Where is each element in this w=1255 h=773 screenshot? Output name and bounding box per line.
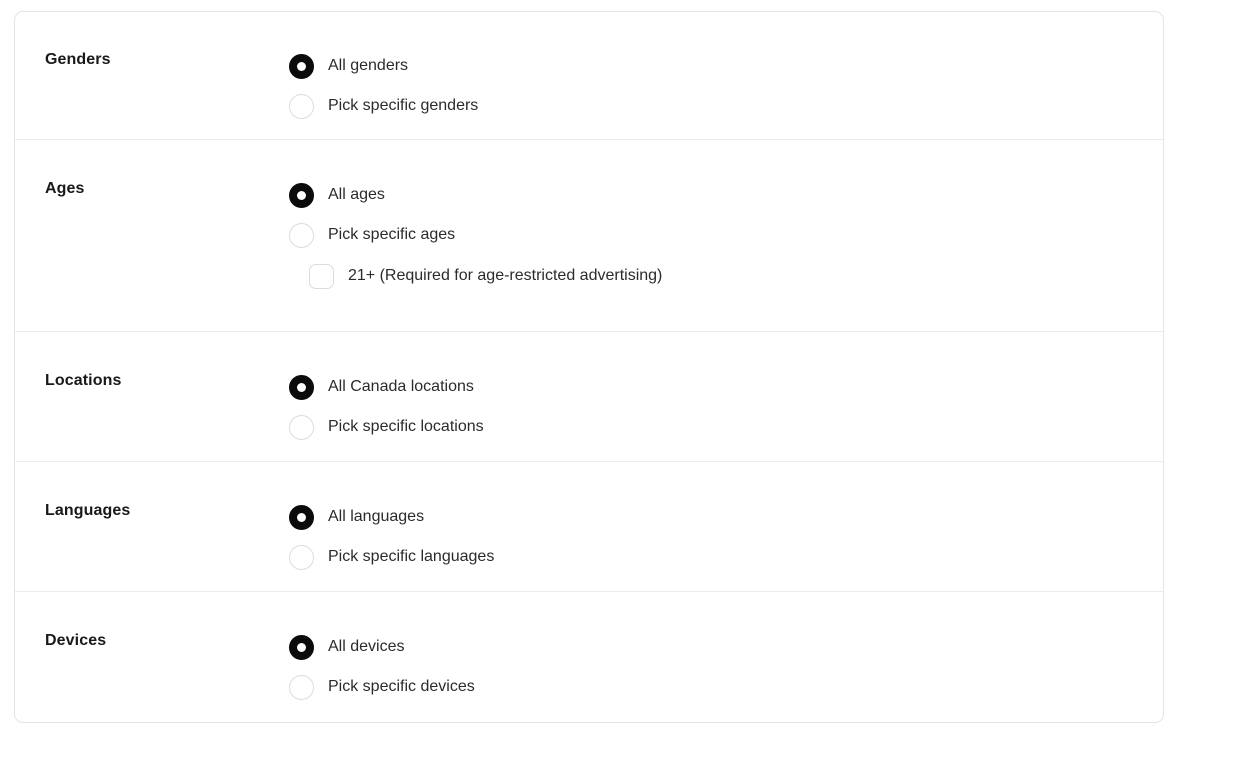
- radio-icon-all-languages[interactable]: [289, 504, 314, 530]
- section-genders: Genders All genders Pick specific gender…: [15, 12, 1163, 140]
- radio-icon-all-devices[interactable]: [289, 634, 314, 660]
- option-row-pick-specific-languages[interactable]: Pick specific languages: [289, 537, 1163, 577]
- option-row-all-genders[interactable]: All genders: [289, 46, 1163, 86]
- section-locations: Locations All Canada locations Pick spec…: [15, 332, 1163, 462]
- option-label-all-languages: All languages: [328, 508, 425, 525]
- option-label-pick-specific-ages: Pick specific ages: [328, 226, 456, 243]
- page-scrollbar-track[interactable]: [1174, 0, 1180, 773]
- option-label-all-genders: All genders: [328, 57, 409, 74]
- option-label-pick-specific-locations: Pick specific locations: [328, 418, 484, 435]
- options-locations: All Canada locations Pick specific locat…: [289, 367, 1163, 447]
- option-label-all-ages: All ages: [328, 186, 385, 203]
- radio-icon-all-ages[interactable]: [289, 182, 314, 208]
- option-row-all-ages[interactable]: All ages: [289, 175, 1163, 215]
- option-row-pick-specific-genders[interactable]: Pick specific genders: [289, 86, 1163, 126]
- section-label-devices: Devices: [45, 632, 107, 649]
- section-devices: Devices All devices Pick specific device…: [15, 592, 1163, 722]
- radio-icon-pick-specific-devices[interactable]: [289, 674, 314, 700]
- option-row-all-devices[interactable]: All devices: [289, 627, 1163, 667]
- radio-icon-all-canada-locations[interactable]: [289, 374, 314, 400]
- section-languages: Languages All languages Pick specific la…: [15, 462, 1163, 592]
- page-canvas: Genders All genders Pick specific gender…: [0, 0, 1255, 773]
- option-row-all-languages[interactable]: All languages: [289, 497, 1163, 537]
- option-row-pick-specific-devices[interactable]: Pick specific devices: [289, 667, 1163, 707]
- targeting-settings-card: Genders All genders Pick specific gender…: [14, 11, 1164, 723]
- option-row-pick-specific-locations[interactable]: Pick specific locations: [289, 407, 1163, 447]
- option-row-all-canada-locations[interactable]: All Canada locations: [289, 367, 1163, 407]
- options-languages: All languages Pick specific languages: [289, 497, 1163, 577]
- section-ages: Ages All ages Pick specific ages 21+ (Re…: [15, 140, 1163, 332]
- radio-icon-all-genders[interactable]: [289, 53, 314, 79]
- option-label-all-canada-locations: All Canada locations: [328, 378, 474, 395]
- option-label-pick-specific-languages: Pick specific languages: [328, 548, 495, 565]
- section-label-ages: Ages: [45, 180, 85, 197]
- option-label-pick-specific-genders: Pick specific genders: [328, 97, 479, 114]
- radio-icon-pick-specific-ages[interactable]: [289, 222, 314, 248]
- checkbox-icon-age-21-plus[interactable]: [309, 263, 334, 289]
- option-row-age-21-plus[interactable]: 21+ (Required for age-restricted adverti…: [289, 255, 1163, 297]
- radio-icon-pick-specific-locations[interactable]: [289, 414, 314, 440]
- option-label-age-21-plus: 21+ (Required for age-restricted adverti…: [348, 267, 663, 284]
- options-genders: All genders Pick specific genders: [289, 46, 1163, 126]
- section-label-locations: Locations: [45, 372, 122, 389]
- option-row-pick-specific-ages[interactable]: Pick specific ages: [289, 215, 1163, 255]
- option-label-all-devices: All devices: [328, 638, 405, 655]
- section-label-genders: Genders: [45, 51, 111, 68]
- options-devices: All devices Pick specific devices: [289, 627, 1163, 707]
- option-label-pick-specific-devices: Pick specific devices: [328, 678, 475, 695]
- radio-icon-pick-specific-genders[interactable]: [289, 93, 314, 119]
- radio-icon-pick-specific-languages[interactable]: [289, 544, 314, 570]
- section-label-languages: Languages: [45, 502, 131, 519]
- options-ages: All ages Pick specific ages 21+ (Require…: [289, 175, 1163, 297]
